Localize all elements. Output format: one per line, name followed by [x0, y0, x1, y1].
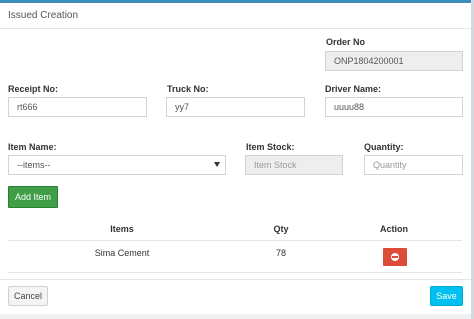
quantity-input[interactable]: Quantity — [364, 155, 463, 175]
item-stock-field: Item Stock — [245, 155, 343, 175]
item-stock-label: Item Stock: — [246, 142, 295, 152]
footer-divider — [0, 279, 471, 280]
issued-creation-panel: Issued Creation Order No ONP1804200001 R… — [0, 0, 474, 319]
header-divider — [0, 28, 471, 29]
cancel-button[interactable]: Cancel — [8, 286, 48, 306]
column-header-action: Action — [380, 224, 408, 234]
truck-no-label: Truck No: — [167, 84, 209, 94]
driver-name-input[interactable]: uuuu88 — [325, 97, 463, 117]
order-no-field: ONP1804200001 — [325, 51, 463, 71]
column-header-items: Items — [110, 224, 134, 234]
header-divider-line — [8, 240, 462, 241]
delete-row-button[interactable] — [383, 248, 407, 266]
save-button[interactable]: Save — [430, 286, 463, 306]
quantity-label: Quantity: — [364, 142, 404, 152]
order-no-value: ONP1804200001 — [334, 56, 404, 66]
driver-name-label: Driver Name: — [325, 84, 382, 94]
table-header: Items Qty Action — [8, 218, 462, 240]
chevron-down-icon — [214, 162, 220, 167]
order-no-label: Order No — [326, 37, 366, 47]
column-header-qty: Qty — [273, 224, 289, 234]
minus-circle-icon — [391, 253, 399, 261]
item-name-selected: --items-- — [17, 160, 51, 170]
receipt-no-input[interactable]: rt666 — [8, 97, 147, 117]
row-item-name: Sima Cement — [94, 248, 150, 258]
item-stock-placeholder: Item Stock — [254, 160, 297, 170]
truck-no-value: yy7 — [175, 102, 190, 112]
truck-no-input[interactable]: yy7 — [166, 97, 305, 117]
add-item-button[interactable]: Add Item — [8, 186, 58, 208]
panel-title: Issued Creation — [8, 10, 79, 21]
row-divider-line — [8, 272, 462, 273]
item-name-select[interactable]: --items-- — [8, 155, 226, 175]
quantity-placeholder: Quantity — [373, 160, 407, 170]
item-name-label: Item Name: — [8, 142, 57, 152]
driver-name-value: uuuu88 — [334, 102, 365, 112]
panel-bottom-edge — [0, 314, 471, 319]
panel-top-border — [0, 0, 474, 3]
row-item-qty: 78 — [275, 248, 286, 258]
receipt-no-value: rt666 — [17, 102, 38, 112]
receipt-no-label: Receipt No: — [8, 84, 59, 94]
